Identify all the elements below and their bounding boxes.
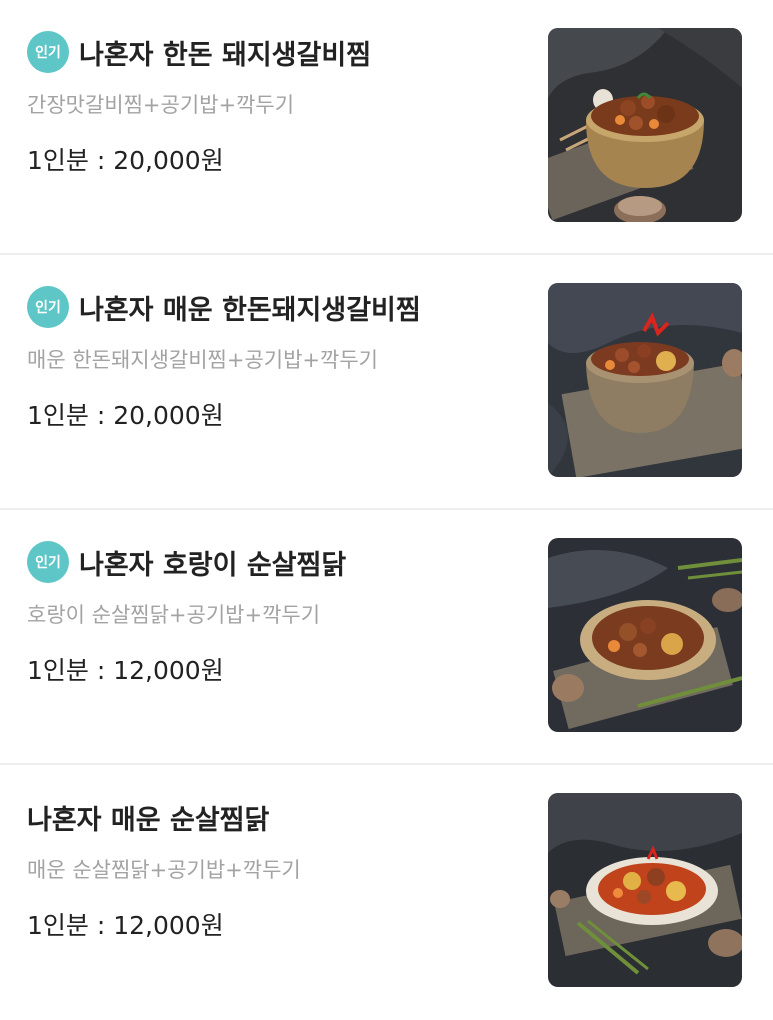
- menu-item-name-row: 인기 나혼자 한돈 돼지생갈비찜: [27, 30, 527, 74]
- menu-item-price: 1인분 : 12,000원: [27, 656, 224, 685]
- menu-item-text: 나혼자 매운 순살찜닭 매운 순살찜닭+공기밥+깍두기 1인분 : 12,000…: [27, 795, 527, 942]
- food-photo[interactable]: [548, 793, 742, 987]
- menu-item-name: 나혼자 호랑이 순살찜닭: [79, 549, 347, 581]
- menu-item-description: 간장맛갈비찜+공기밥+깍두기: [27, 93, 295, 117]
- menu-item-description: 매운 순살찜닭+공기밥+깍두기: [27, 858, 301, 882]
- menu-item-text: 인기 나혼자 호랑이 순살찜닭 호랑이 순살찜닭+공기밥+깍두기 1인분 : 1…: [27, 540, 527, 687]
- menu-item-name-row: 인기 나혼자 호랑이 순살찜닭: [27, 540, 527, 584]
- popular-badge: 인기: [27, 31, 69, 73]
- menu-item-name: 나혼자 한돈 돼지생갈비찜: [79, 39, 372, 71]
- menu-item[interactable]: 나혼자 매운 순살찜닭 매운 순살찜닭+공기밥+깍두기 1인분 : 12,000…: [0, 765, 773, 1020]
- menu-item-name-row: 나혼자 매운 순살찜닭: [27, 795, 527, 839]
- menu-item-price: 1인분 : 20,000원: [27, 146, 224, 175]
- popular-badge: 인기: [27, 286, 69, 328]
- menu-list: 인기 나혼자 한돈 돼지생갈비찜 간장맛갈비찜+공기밥+깍두기 1인분 : 20…: [0, 0, 773, 1020]
- menu-item-text: 인기 나혼자 매운 한돈돼지생갈비찜 매운 한돈돼지생갈비찜+공기밥+깍두기 1…: [27, 285, 527, 432]
- food-photo[interactable]: [548, 28, 742, 222]
- menu-item-name-row: 인기 나혼자 매운 한돈돼지생갈비찜: [27, 285, 527, 329]
- popular-badge: 인기: [27, 541, 69, 583]
- menu-item-description: 호랑이 순살찜닭+공기밥+깍두기: [27, 603, 321, 627]
- menu-item-price: 1인분 : 12,000원: [27, 911, 224, 940]
- menu-item-description: 매운 한돈돼지생갈비찜+공기밥+깍두기: [27, 348, 378, 372]
- menu-item[interactable]: 인기 나혼자 매운 한돈돼지생갈비찜 매운 한돈돼지생갈비찜+공기밥+깍두기 1…: [0, 255, 773, 510]
- menu-item-text: 인기 나혼자 한돈 돼지생갈비찜 간장맛갈비찜+공기밥+깍두기 1인분 : 20…: [27, 30, 527, 177]
- food-photo[interactable]: [548, 283, 742, 477]
- menu-item-name: 나혼자 매운 순살찜닭: [27, 804, 270, 836]
- menu-item[interactable]: 인기 나혼자 호랑이 순살찜닭 호랑이 순살찜닭+공기밥+깍두기 1인분 : 1…: [0, 510, 773, 765]
- menu-item[interactable]: 인기 나혼자 한돈 돼지생갈비찜 간장맛갈비찜+공기밥+깍두기 1인분 : 20…: [0, 0, 773, 255]
- menu-item-price: 1인분 : 20,000원: [27, 401, 224, 430]
- food-photo[interactable]: [548, 538, 742, 732]
- menu-item-name: 나혼자 매운 한돈돼지생갈비찜: [79, 294, 421, 326]
